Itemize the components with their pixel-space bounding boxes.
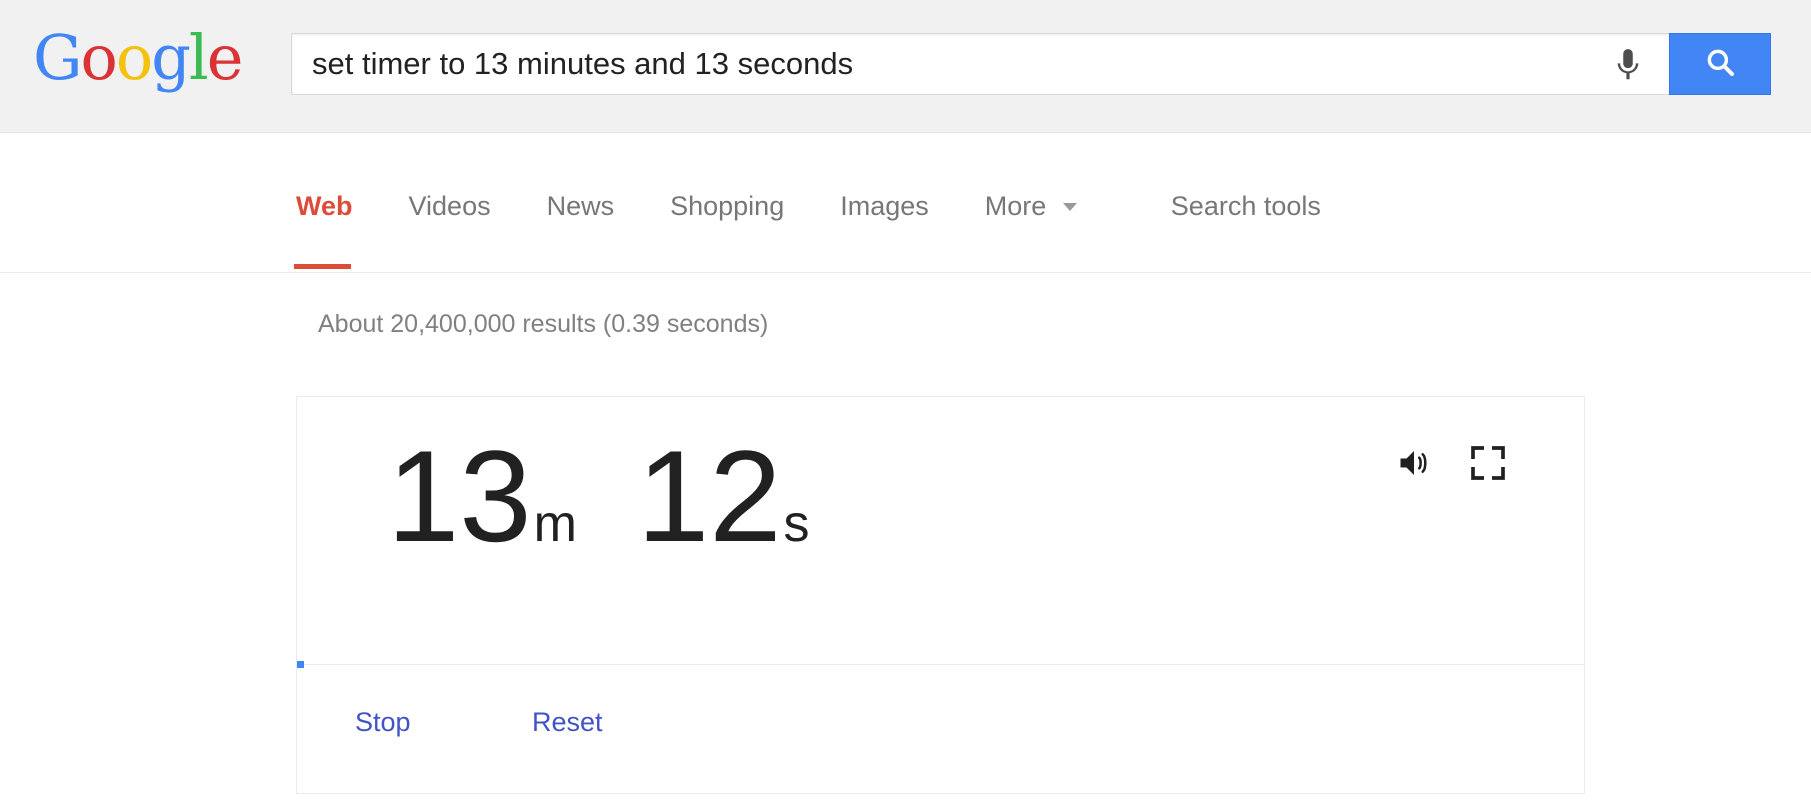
timer-display-area: 13 m 12 s [297,397,1584,664]
stop-button[interactable]: Stop [355,707,411,738]
nav-tab-list: Web Videos News Shopping Images More Sea… [294,189,1321,273]
logo-letter-o1: o [80,21,118,94]
volume-icon[interactable] [1396,445,1432,481]
tab-images-label: Images [840,191,929,221]
tab-shopping[interactable]: Shopping [670,189,784,223]
tab-shopping-label: Shopping [670,191,785,221]
logo-letter-g2: g [151,21,191,94]
timer-controls [1396,443,1508,483]
tab-web-label: Web [296,191,353,221]
search-icon [1703,45,1737,84]
search-input-container[interactable] [291,33,1669,95]
fullscreen-icon[interactable] [1468,443,1508,483]
search-bar [291,33,1771,95]
microphone-icon[interactable] [1609,46,1647,84]
timer-widget-card: 13 m 12 s Stop Reset [296,396,1585,794]
timer-seconds-value: 12 [636,423,782,569]
logo-letter-l: l [188,21,209,94]
search-input[interactable] [312,34,1532,94]
reset-button[interactable]: Reset [532,707,603,738]
logo-letter-e: e [206,21,244,94]
search-tools-label: Search tools [1170,191,1321,221]
result-stats: About 20,400,000 results (0.39 seconds) [318,310,769,338]
tab-more-label: More [984,191,1047,221]
logo-letter-g1: G [33,21,83,94]
timer-action-bar: Stop Reset [297,665,1584,793]
google-logo[interactable]: Google [33,21,244,94]
timer-minutes-unit: m [533,495,577,553]
tab-web[interactable]: Web [294,189,353,269]
timer-minutes-value: 13 [387,423,532,569]
search-submit-button[interactable] [1669,33,1771,95]
active-tab-indicator [294,264,351,269]
tab-videos[interactable]: Videos [409,189,491,223]
timer-seconds-unit: s [783,495,810,553]
google-search-results-page: Google set timer to 13 minutes and 13 se… [0,0,1811,800]
page-header: Google [0,0,1811,133]
tab-videos-label: Videos [408,191,491,221]
timer-readout: 13 m 12 s [387,431,810,561]
search-vertical-nav: Web Videos News Shopping Images More Sea… [0,134,1811,273]
tab-news-label: News [546,191,615,221]
tab-news[interactable]: News [547,189,615,223]
tab-more[interactable]: More [985,189,1077,223]
chevron-down-icon [1062,203,1077,211]
search-tools-button[interactable]: Search tools [1171,189,1321,223]
tab-images[interactable]: Images [840,189,929,223]
logo-letter-o2: o [115,21,153,94]
